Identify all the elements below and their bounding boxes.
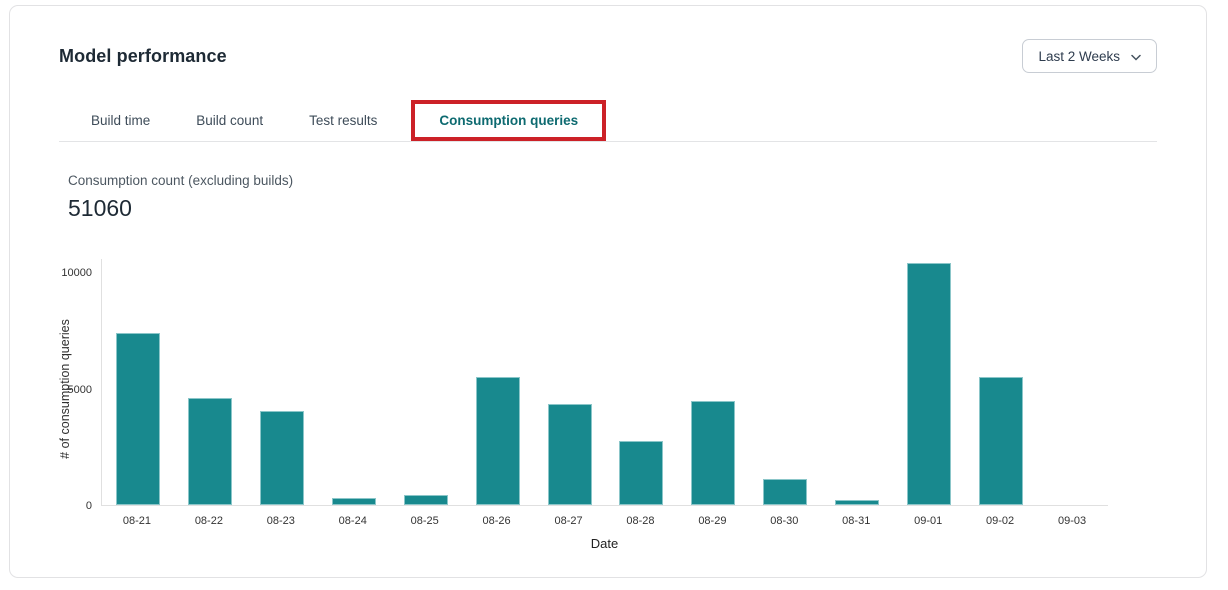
- time-range-dropdown[interactable]: Last 2 Weeks: [1022, 39, 1157, 73]
- plot-area: [101, 259, 1108, 506]
- bar-08-26[interactable]: [476, 377, 520, 505]
- bar-08-29[interactable]: [691, 401, 735, 505]
- tab-build-count[interactable]: Build count: [184, 100, 275, 141]
- y-tick-label: 0: [32, 500, 92, 512]
- x-tick-label: 09-01: [892, 515, 964, 527]
- bar-09-02[interactable]: [979, 377, 1023, 505]
- x-axis-label: Date: [101, 536, 1108, 551]
- metric-value: 51060: [68, 195, 1206, 222]
- x-tick-label: 08-30: [748, 515, 820, 527]
- x-tick-label: 08-23: [245, 515, 317, 527]
- metric-label: Consumption count (excluding builds): [68, 173, 1206, 188]
- y-tick-label: 5000: [32, 384, 92, 396]
- consumption-chart: # of consumption queries Date 0500010000…: [10, 259, 1206, 559]
- bar-08-24[interactable]: [332, 498, 376, 505]
- x-tick-label: 08-26: [461, 515, 533, 527]
- bar-08-21[interactable]: [116, 333, 160, 505]
- card-header: Model performance Last 2 Weeks: [10, 6, 1206, 73]
- bar-09-01[interactable]: [907, 263, 951, 505]
- x-tick-label: 08-25: [389, 515, 461, 527]
- time-range-value: Last 2 Weeks: [1038, 49, 1120, 64]
- model-performance-card: Model performance Last 2 Weeks Build tim…: [9, 5, 1207, 578]
- x-tick-label: 08-28: [605, 515, 677, 527]
- bar-08-30[interactable]: [763, 479, 807, 505]
- bar-08-25[interactable]: [404, 495, 448, 505]
- metric-block: Consumption count (excluding builds) 510…: [68, 173, 1206, 222]
- tab-consumption-queries[interactable]: Consumption queries: [415, 104, 602, 137]
- annotation-highlight-box: Consumption queries: [411, 100, 606, 141]
- tab-test-results[interactable]: Test results: [297, 100, 389, 141]
- x-tick-label: 09-02: [964, 515, 1036, 527]
- y-tick-label: 10000: [32, 267, 92, 279]
- tab-bar: Build time Build count Test results Cons…: [59, 100, 1157, 142]
- x-tick-label: 09-03: [1036, 515, 1108, 527]
- x-tick-label: 08-31: [820, 515, 892, 527]
- chevron-down-icon: [1131, 49, 1141, 64]
- tab-build-time[interactable]: Build time: [79, 100, 162, 141]
- page-title: Model performance: [59, 46, 227, 67]
- bar-08-23[interactable]: [260, 411, 304, 505]
- bar-08-27[interactable]: [548, 404, 592, 505]
- bar-08-22[interactable]: [188, 398, 232, 505]
- bar-08-31[interactable]: [835, 500, 879, 505]
- x-tick-label: 08-22: [173, 515, 245, 527]
- x-tick-label: 08-24: [317, 515, 389, 527]
- x-tick-label: 08-21: [101, 515, 173, 527]
- bar-08-28[interactable]: [619, 441, 663, 505]
- x-tick-label: 08-29: [676, 515, 748, 527]
- x-tick-label: 08-27: [533, 515, 605, 527]
